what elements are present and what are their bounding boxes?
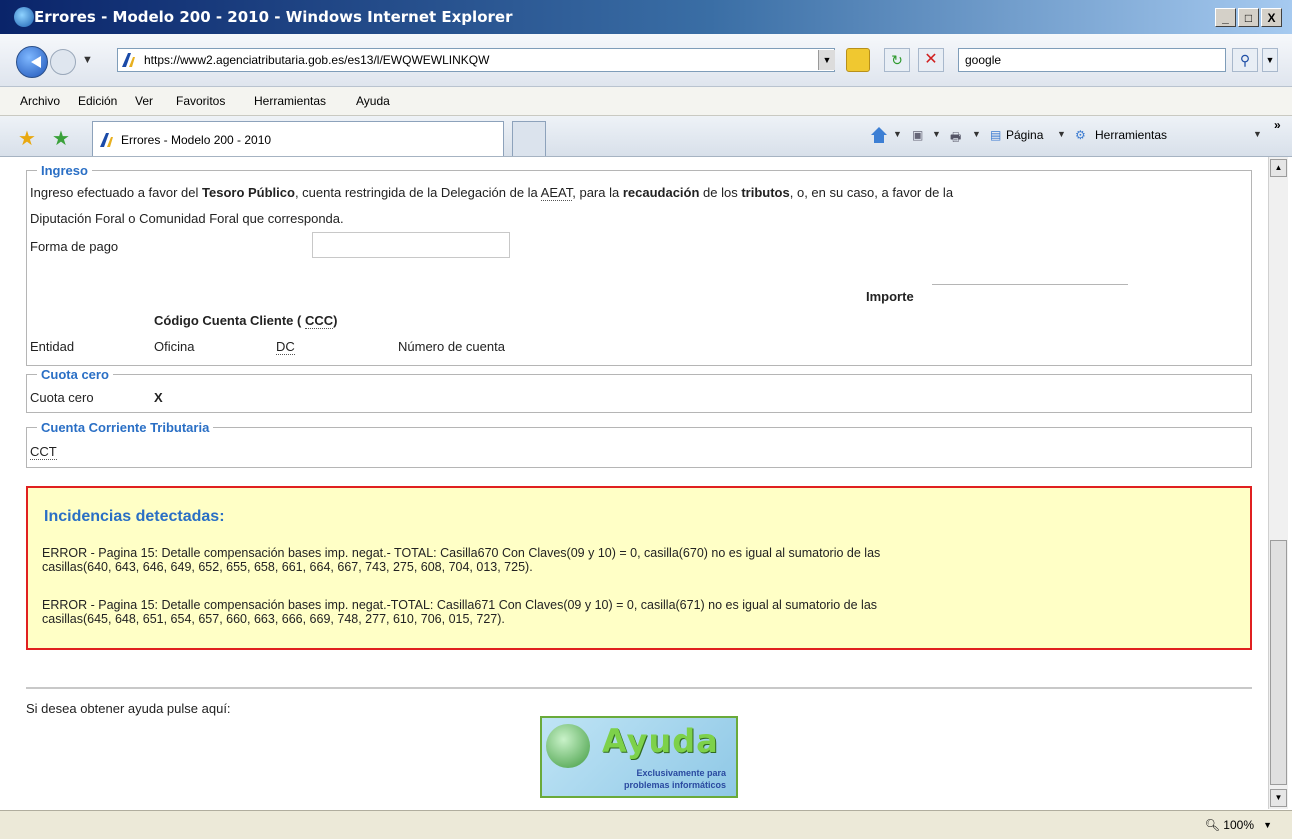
menu-ver[interactable]: Ver: [135, 94, 153, 108]
ayuda-button-label: Ayuda: [602, 722, 719, 760]
cct-fieldset: Cuenta Corriente Tributaria: [26, 420, 1252, 468]
search-icon[interactable]: ⚲: [1232, 48, 1258, 72]
globe-icon: [546, 724, 590, 768]
add-favorite-icon[interactable]: ★: [52, 126, 70, 151]
menu-archivo[interactable]: Archivo: [20, 94, 60, 108]
menu-edicion[interactable]: Edición: [78, 94, 117, 108]
importe-label: Importe: [866, 289, 914, 304]
error-message-2: ERROR - Pagina 15: Detalle compensación …: [42, 598, 878, 626]
address-url[interactable]: https://www2.agenciatributaria.gob.es/es…: [144, 53, 489, 67]
page-icon: ▤: [990, 128, 1002, 142]
zoom-level[interactable]: 🔍︎ 100%: [1205, 818, 1254, 832]
favorites-star-icon[interactable]: ★: [18, 126, 36, 151]
oficina-label: Oficina: [154, 339, 195, 354]
menu-bar: Archivo Edición Ver Favoritos Herramient…: [0, 87, 1292, 116]
ingreso-legend: Ingreso: [41, 163, 88, 178]
ccc-title: Código Cuenta Cliente ( CCC): [154, 313, 338, 329]
home-icon[interactable]: [870, 126, 888, 144]
new-tab-button[interactable]: [512, 121, 546, 156]
window-title: Errores - Modelo 200 - 2010 - Windows In…: [34, 8, 513, 26]
search-options-dropdown[interactable]: ▼: [1262, 48, 1278, 72]
ccc-abbr: CCC: [304, 313, 334, 329]
window-title-bar: Errores - Modelo 200 - 2010 - Windows In…: [0, 0, 1292, 34]
dc-label: DC: [276, 339, 295, 355]
vertical-scrollbar[interactable]: ▲ ▼: [1268, 157, 1288, 809]
tools-menu[interactable]: Herramientas: [1095, 128, 1167, 142]
feeds-icon[interactable]: ▣: [912, 128, 923, 142]
cct-legend: Cuenta Corriente Tributaria: [41, 420, 210, 435]
stop-icon[interactable]: ✕: [918, 48, 944, 72]
aeat-favicon-icon: [100, 133, 113, 147]
feeds-dropdown[interactable]: ▼: [932, 129, 941, 139]
page-dropdown[interactable]: ▼: [1057, 129, 1066, 139]
scroll-down-button[interactable]: ▼: [1270, 789, 1287, 807]
refresh-icon[interactable]: ↻: [884, 48, 910, 72]
ayuda-prompt: Si desea obtener ayuda pulse aquí:: [26, 701, 231, 716]
recent-pages-dropdown[interactable]: ▼: [82, 54, 93, 66]
divider: [26, 687, 1252, 689]
address-dropdown[interactable]: ▼: [818, 50, 835, 70]
tab-label: Errores - Modelo 200 - 2010: [121, 133, 272, 147]
print-dropdown[interactable]: ▼: [972, 129, 981, 139]
scroll-up-button[interactable]: ▲: [1270, 159, 1287, 177]
zoom-icon: 🔍︎: [1204, 818, 1220, 832]
ayuda-subtitle-1: Exclusivamente para: [636, 768, 726, 778]
back-button[interactable]: [16, 46, 48, 78]
page-menu[interactable]: Página: [1006, 128, 1043, 142]
forma-pago-field[interactable]: [312, 232, 510, 258]
search-input[interactable]: google: [958, 48, 1226, 72]
address-bar[interactable]: https://www2.agenciatributaria.gob.es/es…: [117, 48, 835, 72]
tools-dropdown[interactable]: ▼: [1253, 129, 1262, 139]
tools-gear-icon: ⚙: [1075, 128, 1086, 142]
ingreso-description-line1: Ingreso efectuado a favor del Tesoro Púb…: [30, 185, 954, 201]
aeat-favicon-icon: [122, 53, 135, 67]
cuota-cero-legend: Cuota cero: [41, 367, 109, 382]
ie-logo-icon: [14, 7, 34, 27]
chevron-more-icon[interactable]: »: [1274, 118, 1281, 132]
incidencias-title: Incidencias detectadas:: [44, 508, 225, 525]
forward-button[interactable]: [50, 49, 76, 75]
navigation-bar: ▼ https://www2.agenciatributaria.gob.es/…: [0, 34, 1292, 87]
menu-ayuda[interactable]: Ayuda: [356, 94, 390, 108]
menu-favoritos[interactable]: Favoritos: [176, 94, 225, 108]
print-icon[interactable]: 🖶: [950, 128, 961, 149]
scroll-thumb[interactable]: [1270, 540, 1287, 785]
ingreso-description-line2: Diputación Foral o Comunidad Foral que c…: [30, 211, 344, 226]
home-dropdown[interactable]: ▼: [893, 129, 902, 139]
cuota-cero-label: Cuota cero: [30, 390, 94, 405]
menu-herramientas[interactable]: Herramientas: [254, 94, 326, 108]
status-bar: 🔍︎ 100% ▼: [0, 810, 1292, 839]
cuota-cero-fieldset: Cuota cero: [26, 367, 1252, 413]
tab-bar: ★ ★ Errores - Modelo 200 - 2010 ▼ ▣ ▼ 🖶 …: [0, 116, 1292, 157]
tab-errores[interactable]: Errores - Modelo 200 - 2010: [92, 121, 504, 156]
close-button[interactable]: X: [1261, 8, 1282, 27]
entidad-label: Entidad: [30, 339, 75, 354]
minimize-button[interactable]: _: [1215, 8, 1236, 27]
cuota-cero-value: X: [154, 390, 163, 405]
ayuda-subtitle-2: problemas informáticos: [623, 780, 726, 790]
page-content: Ingreso Ingreso efectuado a favor del Te…: [0, 157, 1268, 809]
zoom-dropdown[interactable]: ▼: [1263, 820, 1272, 830]
ayuda-button[interactable]: Ayuda Exclusivamente para problemas info…: [540, 716, 738, 798]
forma-pago-label: Forma de pago: [30, 239, 119, 254]
security-lock-icon[interactable]: [846, 48, 870, 72]
maximize-button[interactable]: □: [1238, 8, 1259, 27]
numero-cuenta-label: Número de cuenta: [398, 339, 505, 354]
aeat-abbr: AEAT: [540, 185, 573, 201]
importe-field[interactable]: [932, 284, 1128, 285]
incidencias-panel: Incidencias detectadas: ERROR - Pagina 1…: [26, 486, 1252, 650]
error-message-1: ERROR - Pagina 15: Detalle compensación …: [42, 546, 881, 574]
cct-label: CCT: [30, 444, 57, 460]
